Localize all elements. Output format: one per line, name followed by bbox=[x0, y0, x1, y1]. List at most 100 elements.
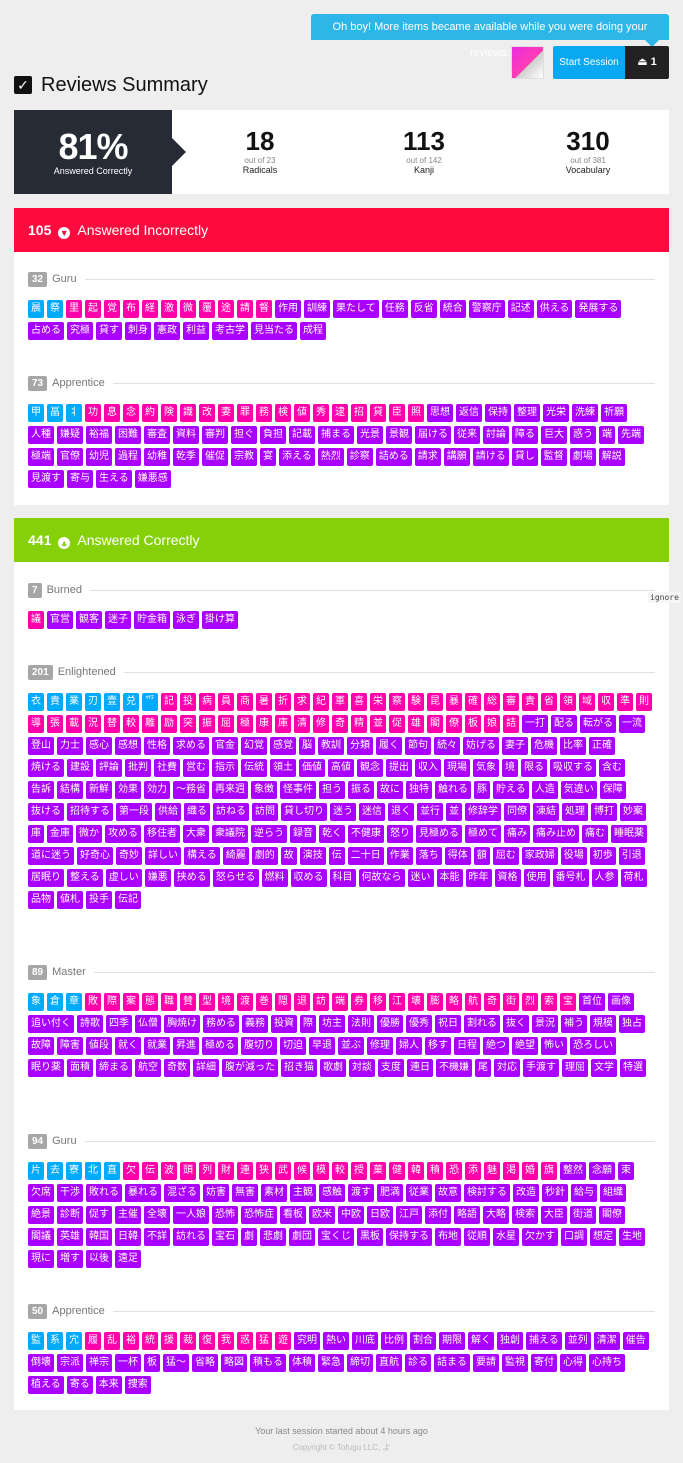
kanji-item[interactable]: 投 bbox=[180, 693, 196, 711]
vocabulary-item[interactable]: 使用 bbox=[523, 869, 550, 887]
vocabulary-item[interactable]: 規模 bbox=[590, 1015, 616, 1033]
vocabulary-item[interactable]: 故障 bbox=[28, 1037, 54, 1055]
vocabulary-item[interactable]: 欧米 bbox=[309, 1206, 335, 1224]
vocabulary-item[interactable]: 文学 bbox=[591, 1059, 617, 1077]
vocabulary-item[interactable]: 象徴 bbox=[251, 781, 277, 799]
kanji-item[interactable]: 履 bbox=[85, 1332, 101, 1350]
kanji-item[interactable]: 張 bbox=[47, 715, 63, 733]
vocabulary-item[interactable]: 要請 bbox=[473, 1354, 499, 1372]
kanji-item[interactable]: 模 bbox=[313, 1162, 329, 1180]
vocabulary-item[interactable]: 挟める bbox=[173, 869, 210, 887]
vocabulary-item[interactable]: 倒壊 bbox=[28, 1354, 54, 1372]
vocabulary-item[interactable]: 悲劇 bbox=[260, 1228, 286, 1246]
vocabulary-item[interactable]: 祝日 bbox=[435, 1015, 461, 1033]
vocabulary-item[interactable]: 触れる bbox=[435, 781, 471, 799]
kanji-item[interactable]: 恐 bbox=[446, 1162, 462, 1180]
radical-item[interactable]: 象 bbox=[28, 993, 44, 1011]
vocabulary-item[interactable]: 妙案 bbox=[620, 803, 646, 821]
kanji-item[interactable]: 索 bbox=[541, 993, 557, 1011]
vocabulary-item[interactable]: 落ち bbox=[415, 847, 442, 865]
vocabulary-item[interactable]: 対応 bbox=[494, 1059, 520, 1077]
vocabulary-item[interactable]: 〜務省 bbox=[173, 781, 209, 799]
vocabulary-item[interactable]: 負担 bbox=[260, 426, 286, 444]
kanji-item[interactable]: 導 bbox=[28, 715, 44, 733]
vocabulary-item[interactable]: 絶景 bbox=[28, 1206, 54, 1224]
vocabulary-item[interactable]: 四季 bbox=[106, 1015, 132, 1033]
kanji-item[interactable]: 膨 bbox=[427, 993, 443, 1011]
vocabulary-item[interactable]: 過程 bbox=[115, 448, 141, 466]
vocabulary-item[interactable]: 衆議院 bbox=[212, 825, 248, 843]
kanji-item[interactable]: 街 bbox=[503, 993, 519, 1011]
vocabulary-item[interactable]: 痛み bbox=[504, 825, 530, 843]
kanji-item[interactable]: 昆 bbox=[427, 693, 443, 711]
kanji-item[interactable]: 授 bbox=[351, 1162, 367, 1180]
vocabulary-item[interactable]: 怒り bbox=[387, 825, 413, 843]
kanji-item[interactable]: 宝 bbox=[560, 993, 576, 1011]
kanji-item[interactable]: 型 bbox=[199, 993, 215, 1011]
vocabulary-item[interactable]: 診断 bbox=[57, 1206, 83, 1224]
vocabulary-item[interactable]: 胸焼け bbox=[164, 1015, 200, 1033]
vocabulary-item[interactable]: 仏僧 bbox=[135, 1015, 161, 1033]
vocabulary-item[interactable]: 催告 bbox=[622, 1332, 649, 1350]
vocabulary-item[interactable]: 特選 bbox=[620, 1059, 646, 1077]
vocabulary-item[interactable]: 奇数 bbox=[164, 1059, 190, 1077]
kanji-item[interactable]: 雄 bbox=[408, 715, 424, 733]
kanji-item[interactable]: 復 bbox=[199, 1332, 215, 1350]
vocabulary-item[interactable]: 手渡す bbox=[523, 1059, 559, 1077]
vocabulary-item[interactable]: 割合 bbox=[410, 1332, 436, 1350]
vocabulary-item[interactable]: 正確 bbox=[589, 737, 615, 755]
kanji-item[interactable]: 閣 bbox=[427, 715, 443, 733]
radical-item[interactable]: ⺤ bbox=[142, 693, 158, 711]
vocabulary-item[interactable]: 対談 bbox=[349, 1059, 375, 1077]
kanji-item[interactable]: 並 bbox=[370, 715, 386, 733]
vocabulary-item[interactable]: 演技 bbox=[299, 847, 326, 865]
kanji-item[interactable]: 屈 bbox=[218, 715, 234, 733]
vocabulary-item[interactable]: 評論 bbox=[96, 759, 122, 777]
vocabulary-item[interactable]: 分類 bbox=[347, 737, 373, 755]
vocabulary-item[interactable]: 収める bbox=[290, 869, 327, 887]
kanji-item[interactable]: 逮 bbox=[332, 404, 348, 422]
vocabulary-item[interactable]: 布地 bbox=[435, 1228, 461, 1246]
vocabulary-item[interactable]: 訪問 bbox=[252, 803, 278, 821]
kanji-item[interactable]: 敗 bbox=[85, 993, 101, 1011]
vocabulary-item[interactable]: 微か bbox=[76, 825, 102, 843]
vocabulary-item[interactable]: 掛け算 bbox=[202, 611, 238, 629]
vocabulary-item[interactable]: 日韓 bbox=[115, 1228, 141, 1246]
kanji-item[interactable]: 略 bbox=[446, 993, 462, 1011]
vocabulary-item[interactable]: 並 bbox=[446, 803, 462, 821]
kanji-item[interactable]: 連 bbox=[237, 1162, 253, 1180]
vocabulary-item[interactable]: 支度 bbox=[378, 1059, 404, 1077]
vocabulary-item[interactable]: 人種 bbox=[28, 426, 54, 444]
kanji-item[interactable]: 求 bbox=[294, 693, 310, 711]
vocabulary-item[interactable]: 直航 bbox=[376, 1354, 402, 1372]
vocabulary-item[interactable]: 宝くじ bbox=[318, 1228, 354, 1246]
vocabulary-item[interactable]: 以後 bbox=[86, 1250, 112, 1268]
vocabulary-item[interactable]: 気象 bbox=[473, 759, 499, 777]
start-session-button[interactable]: Start Session bbox=[553, 46, 625, 79]
vocabulary-item[interactable]: 記述 bbox=[507, 300, 534, 318]
vocabulary-item[interactable]: 豚 bbox=[474, 781, 490, 799]
kanji-item[interactable]: 察 bbox=[389, 693, 405, 711]
vocabulary-item[interactable]: 困難 bbox=[115, 426, 141, 444]
kanji-item[interactable]: 覆 bbox=[199, 300, 215, 318]
vocabulary-item[interactable]: 見極める bbox=[416, 825, 462, 843]
vocabulary-item[interactable]: 比率 bbox=[560, 737, 586, 755]
vocabulary-item[interactable]: 感触 bbox=[319, 1184, 345, 1202]
vocabulary-item[interactable]: 混ざる bbox=[164, 1184, 200, 1202]
kanji-item[interactable]: 巻 bbox=[256, 993, 272, 1011]
vocabulary-item[interactable]: 反省 bbox=[410, 300, 437, 318]
kanji-item[interactable]: 責 bbox=[522, 693, 538, 711]
vocabulary-item[interactable]: 官僚 bbox=[57, 448, 83, 466]
kanji-item[interactable]: 魅 bbox=[484, 1162, 500, 1180]
kanji-item[interactable]: 総 bbox=[484, 693, 500, 711]
vocabulary-item[interactable]: 診察 bbox=[346, 448, 373, 466]
kanji-item[interactable]: 準 bbox=[617, 693, 633, 711]
vocabulary-item[interactable]: 務める bbox=[203, 1015, 239, 1033]
radical-item[interactable]: 監 bbox=[28, 1332, 44, 1350]
kanji-item[interactable]: 起 bbox=[85, 300, 101, 318]
vocabulary-item[interactable]: 結構 bbox=[57, 781, 83, 799]
vocabulary-item[interactable]: 指示 bbox=[212, 759, 238, 777]
kanji-item[interactable]: 覚 bbox=[104, 300, 120, 318]
vocabulary-item[interactable]: 端 bbox=[599, 426, 615, 444]
vocabulary-item[interactable]: 移す bbox=[425, 1037, 451, 1055]
